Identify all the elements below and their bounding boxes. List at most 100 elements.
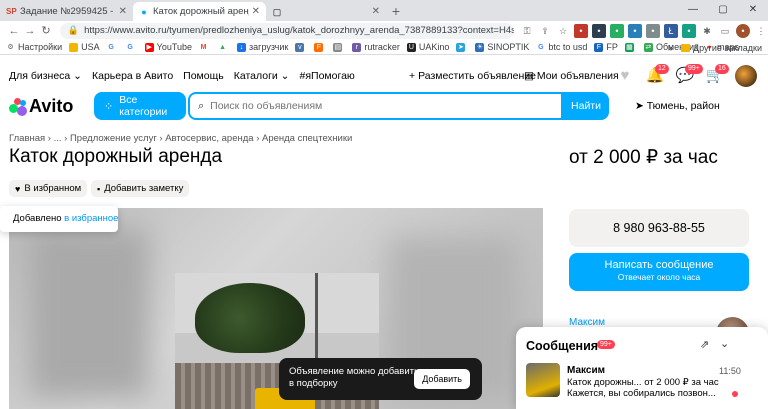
breadcrumb[interactable]: Главная › ... › Предложение услуг › Авто… (9, 133, 352, 144)
add-note-button[interactable]: ▪ Добавить заметку (91, 180, 190, 197)
open-external-icon[interactable]: ⇗ (700, 338, 709, 351)
ltc-icon[interactable]: Ł (664, 23, 678, 38)
star-icon[interactable]: ☆ (556, 24, 570, 38)
window-icon[interactable]: ▭ (718, 24, 732, 38)
address-bar-row: ← → ↻ 🔒 https://www.avito.ru/tyumen/pred… (0, 21, 768, 40)
chat-thumbnail[interactable] (526, 363, 560, 397)
messages-icon[interactable]: 💬 99+ (675, 64, 703, 86)
messages-count-badge: 99+ (597, 340, 615, 349)
notification-badge: 12 (655, 64, 669, 74)
google-icon: G (108, 43, 114, 51)
phone-number-button[interactable]: 8 980 963-88-55 (569, 209, 749, 247)
favorites-link[interactable]: в избранное (64, 213, 118, 224)
extension-icon[interactable]: • (574, 23, 588, 38)
bookmark[interactable]: ▲ (218, 43, 230, 52)
folder-icon (69, 42, 79, 52)
extension-icon[interactable]: • (682, 23, 696, 38)
nav-link-help-tag[interactable]: #яПомогаю (300, 70, 355, 82)
gear-icon: ⚙ (7, 43, 14, 51)
cart-icon[interactable]: 🛒 16 (705, 64, 729, 86)
chat-contact-name[interactable]: Максим (567, 365, 605, 376)
bookmark[interactable]: ↓ загрузчик (237, 42, 288, 52)
browser-tab[interactable]: SP Задание №2959425 - просмотр ... ✕ (0, 2, 133, 21)
browser-tab[interactable]: ▢ ✕ (266, 2, 386, 21)
bookmark[interactable]: v (295, 42, 307, 52)
location-selector[interactable]: ➤ Тюмень, район (635, 100, 720, 112)
avatar[interactable] (735, 65, 757, 87)
uakino-icon: U (406, 42, 416, 52)
profile-icon[interactable]: • (736, 23, 750, 38)
bookmark[interactable]: F (314, 42, 326, 52)
chevron-down-icon[interactable]: ⌄ (720, 337, 729, 350)
close-icon[interactable]: ✕ (372, 6, 380, 17)
google-icon: G (127, 43, 133, 51)
minimize-icon[interactable]: — (678, 0, 708, 21)
bookmark[interactable]: ☀ SINOPTIK (475, 42, 529, 52)
search-icon: ⌕ (198, 99, 205, 112)
add-to-collection-button[interactable]: Добавить (414, 369, 470, 389)
unread-dot (732, 391, 738, 397)
messages-badge: 99+ (685, 64, 703, 74)
favorite-button[interactable]: ♥ В избранном (9, 180, 88, 197)
bookmark[interactable]: ➤ (456, 42, 468, 52)
back-icon[interactable]: ← (6, 25, 22, 37)
post-ad-link[interactable]: + Разместить объявление (409, 70, 536, 82)
vk-icon: v (295, 42, 305, 52)
close-window-icon[interactable]: ✕ (738, 0, 768, 21)
other-bookmarks[interactable]: » Другие закладки (668, 40, 762, 54)
menu-icon[interactable]: ⋮ (754, 24, 768, 38)
maximize-icon[interactable]: ▢ (708, 0, 738, 21)
my-ads-link[interactable]: ▤ Мои объявления (524, 70, 619, 82)
all-categories-button[interactable]: ⁘ Все категории (94, 92, 186, 120)
exchange-icon: ⇄ (643, 42, 653, 52)
nav-link-help[interactable]: Помощь (183, 70, 224, 82)
nav-link-career[interactable]: Карьера в Авито (92, 70, 173, 82)
bookmark[interactable]: r rutracker (352, 42, 400, 52)
avito-icon: ● (141, 6, 147, 17)
avito-logo[interactable]: Avito (9, 96, 73, 117)
bookmark[interactable]: M (199, 43, 211, 52)
forward-icon[interactable]: → (22, 25, 38, 37)
telegram-icon: ➤ (456, 42, 466, 52)
bell-icon[interactable]: 🔔 12 (645, 64, 669, 86)
puzzle-icon[interactable]: ✱ (700, 24, 714, 38)
find-button[interactable]: Найти (563, 92, 609, 120)
bookmark[interactable]: U UAKino (406, 42, 449, 52)
chat-preview[interactable]: Кажется, вы собирались позвон... (567, 388, 732, 399)
close-icon[interactable]: ✕ (252, 6, 260, 17)
bookmark[interactable]: ▦ (624, 42, 637, 52)
extension-icon[interactable]: • (592, 23, 606, 38)
f-icon: F (314, 42, 324, 52)
site-top-nav: Для бизнеса ⌄ Карьера в Авито Помощь Кат… (0, 64, 768, 89)
extension-icon[interactable]: • (610, 23, 624, 38)
sinoptik-icon: ☀ (475, 42, 485, 52)
bookmark[interactable]: Gbtc to usd (536, 42, 587, 52)
search-box: ⌕ (188, 92, 563, 120)
extension-icon[interactable]: • (628, 23, 642, 38)
bookmark[interactable]: USA (69, 42, 100, 52)
new-tab-button[interactable]: + (386, 2, 406, 21)
extension-icon[interactable]: • (646, 23, 660, 38)
browser-tab-active[interactable]: ● Каток дорожный аренда (73878... ✕ (133, 2, 266, 21)
reload-icon[interactable]: ↻ (38, 24, 54, 37)
bookmark[interactable]: ▤ (333, 42, 345, 52)
chat-subject[interactable]: Каток дорожны... от 2 000 ₽ за час (567, 377, 737, 388)
header-icons: ♥ 🔔 12 💬 99+ 🛒 16 (615, 64, 757, 87)
url-text: https://www.avito.ru/tyumen/predlozheniy… (84, 25, 514, 36)
key-icon[interactable]: ⚿ (520, 24, 534, 38)
url-field[interactable]: 🔒 https://www.avito.ru/tyumen/predlozhen… (59, 22, 514, 39)
bookmark[interactable]: G (126, 43, 138, 52)
blurred-background (29, 228, 149, 398)
messages-title: Сообщения (526, 339, 599, 353)
favorites-heart-icon[interactable]: ♥ (615, 66, 635, 86)
close-icon[interactable]: ✕ (119, 6, 127, 17)
nav-link-business[interactable]: Для бизнеса ⌄ (9, 70, 82, 82)
nav-link-catalogs[interactable]: Каталоги ⌄ (234, 70, 290, 82)
bookmark[interactable]: ▶ YouTube (144, 42, 192, 52)
write-message-button[interactable]: Написать сообщение Отвечает около часа (569, 253, 749, 291)
search-input[interactable] (210, 100, 551, 112)
share-icon[interactable]: ⇪ (538, 24, 552, 38)
bookmark[interactable]: ⚙ Настройки (6, 42, 62, 52)
bookmark[interactable]: G (107, 43, 119, 52)
bookmark[interactable]: F FP (594, 42, 618, 52)
